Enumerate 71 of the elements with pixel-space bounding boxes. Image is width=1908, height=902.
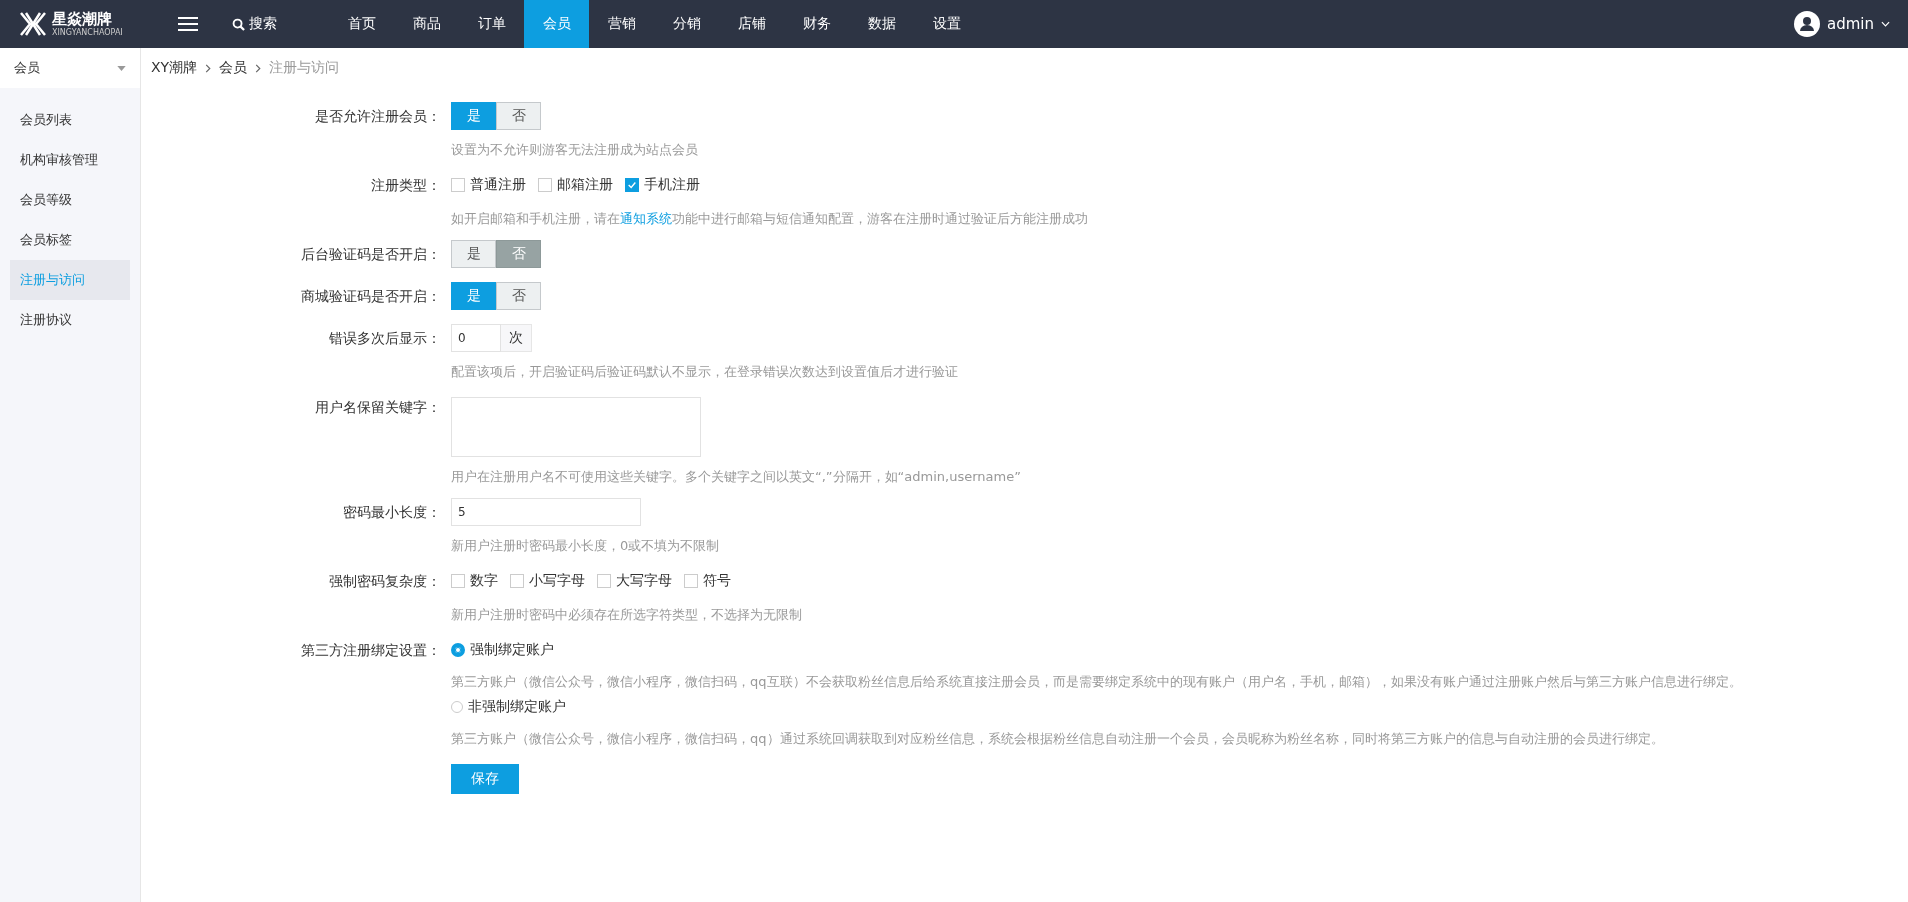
field-label: 第三方注册绑定设置：: [300, 641, 442, 660]
nav-tab[interactable]: 订单: [459, 0, 524, 48]
sidebar-title: 会员: [14, 59, 40, 77]
field-label: 用户名保留关键字：: [314, 398, 442, 417]
check-icon: [627, 180, 637, 190]
length-input[interactable]: 5: [451, 498, 641, 526]
hint-text: 第三方账户（微信公众号，微信小程序，微信扫码，qq互联）不会获取粉丝信息后给系统直接注册会员，而是需要绑定系统中的现有账户（用户名，手机，邮箱），如果没有账户通过注册账户然后与第三方账户信息进行绑定。: [451, 674, 1742, 689]
hint-text: 设置为不允许则游客无法注册成为站点会员: [451, 142, 698, 157]
user-name[interactable]: admin: [1827, 15, 1874, 33]
field-label: 商城验证码是否开启：: [300, 287, 442, 306]
brand-subtitle: XINGYANCHAOPAI: [52, 28, 123, 37]
field-label: 注册类型：: [370, 176, 442, 195]
checkbox[interactable]: [451, 178, 465, 192]
sidebar-item[interactable]: 机构审核管理: [10, 140, 130, 180]
checkbox[interactable]: [684, 574, 698, 588]
caret-icon[interactable]: [1881, 21, 1890, 27]
avatar-icon[interactable]: [1794, 11, 1820, 37]
nav-tab[interactable]: 店铺: [719, 0, 784, 48]
unit-addon: 次: [501, 324, 532, 352]
nav-tab[interactable]: 营销: [589, 0, 654, 48]
field-label: 密码最小长度：: [342, 503, 442, 522]
toggle-option[interactable]: 是: [451, 240, 496, 268]
breadcrumb-link[interactable]: 会员: [219, 59, 248, 77]
checkbox[interactable]: [597, 574, 611, 588]
hint-text: 新用户注册时密码最小长度，0或不填为不限制: [451, 538, 720, 553]
search-button[interactable]: 搜索: [232, 15, 277, 33]
toggle-option[interactable]: 否: [496, 282, 541, 310]
field-label: 是否允许注册会员：: [314, 107, 442, 126]
checkbox-label: 手机注册: [644, 176, 700, 194]
hint-text: 配置该项后，开启验证码后验证码默认不显示，在登录错误次数达到设置值后才进行验证: [451, 364, 958, 379]
checkbox-label: 邮箱注册: [557, 176, 613, 194]
nav-tab[interactable]: 设置: [914, 0, 979, 48]
field-label: 强制密码复杂度：: [328, 572, 442, 591]
nav-tab[interactable]: 数据: [849, 0, 914, 48]
checkbox-label: 数字: [470, 572, 498, 590]
checkbox-label: 符号: [703, 572, 731, 590]
hint-text: 用户在注册用户名不可使用这些关键字。多个关键字之间以英文“,”分隔开，如“admin,username”: [451, 469, 1021, 484]
hint-text: 如开启邮箱和手机注册，请在通知系统功能中进行邮箱与短信通知配置，游客在注册时通过验证后方能注册成功: [451, 211, 1088, 226]
caret-icon: [117, 65, 126, 71]
field-label: 后台验证码是否开启：: [300, 245, 442, 264]
hint-text: 新用户注册时密码中必须存在所选字符类型，不选择为无限制: [451, 607, 802, 622]
search-icon: [232, 17, 245, 31]
keywords-textarea[interactable]: [451, 397, 701, 457]
menu-icon[interactable]: [178, 16, 198, 32]
brand-name: 星焱潮牌: [52, 11, 113, 28]
number-input[interactable]: 0: [451, 324, 501, 352]
toggle-option[interactable]: 否: [496, 102, 541, 130]
sidebar-item[interactable]: 注册协议: [10, 300, 130, 340]
sidebar-item[interactable]: 会员等级: [10, 180, 130, 220]
nav-tab[interactable]: 分销: [654, 0, 719, 48]
radio-label: 强制绑定账户: [470, 641, 554, 659]
checkbox[interactable]: [451, 574, 465, 588]
field-label: 错误多次后显示：: [328, 329, 442, 348]
nav-tab[interactable]: 商品: [394, 0, 459, 48]
radio-button[interactable]: [451, 701, 463, 713]
checkbox[interactable]: [625, 178, 639, 192]
checkbox[interactable]: [510, 574, 524, 588]
radio-button[interactable]: [451, 643, 465, 657]
sidebar-header[interactable]: 会员: [0, 48, 140, 88]
chevron-icon: [255, 63, 262, 73]
radio-label: 非强制绑定账户: [468, 698, 566, 716]
checkbox[interactable]: [538, 178, 552, 192]
breadcrumb-link[interactable]: XY潮牌: [151, 59, 198, 77]
checkbox-label: 大写字母: [616, 572, 672, 590]
checkbox-label: 小写字母: [529, 572, 585, 590]
checkbox-label: 普通注册: [470, 176, 526, 194]
chevron-icon: [205, 63, 212, 73]
sidebar-item[interactable]: 会员列表: [10, 100, 130, 140]
nav-tab[interactable]: 财务: [784, 0, 849, 48]
sidebar-item[interactable]: 会员标签: [10, 220, 130, 260]
nav-tab[interactable]: 首页: [329, 0, 394, 48]
